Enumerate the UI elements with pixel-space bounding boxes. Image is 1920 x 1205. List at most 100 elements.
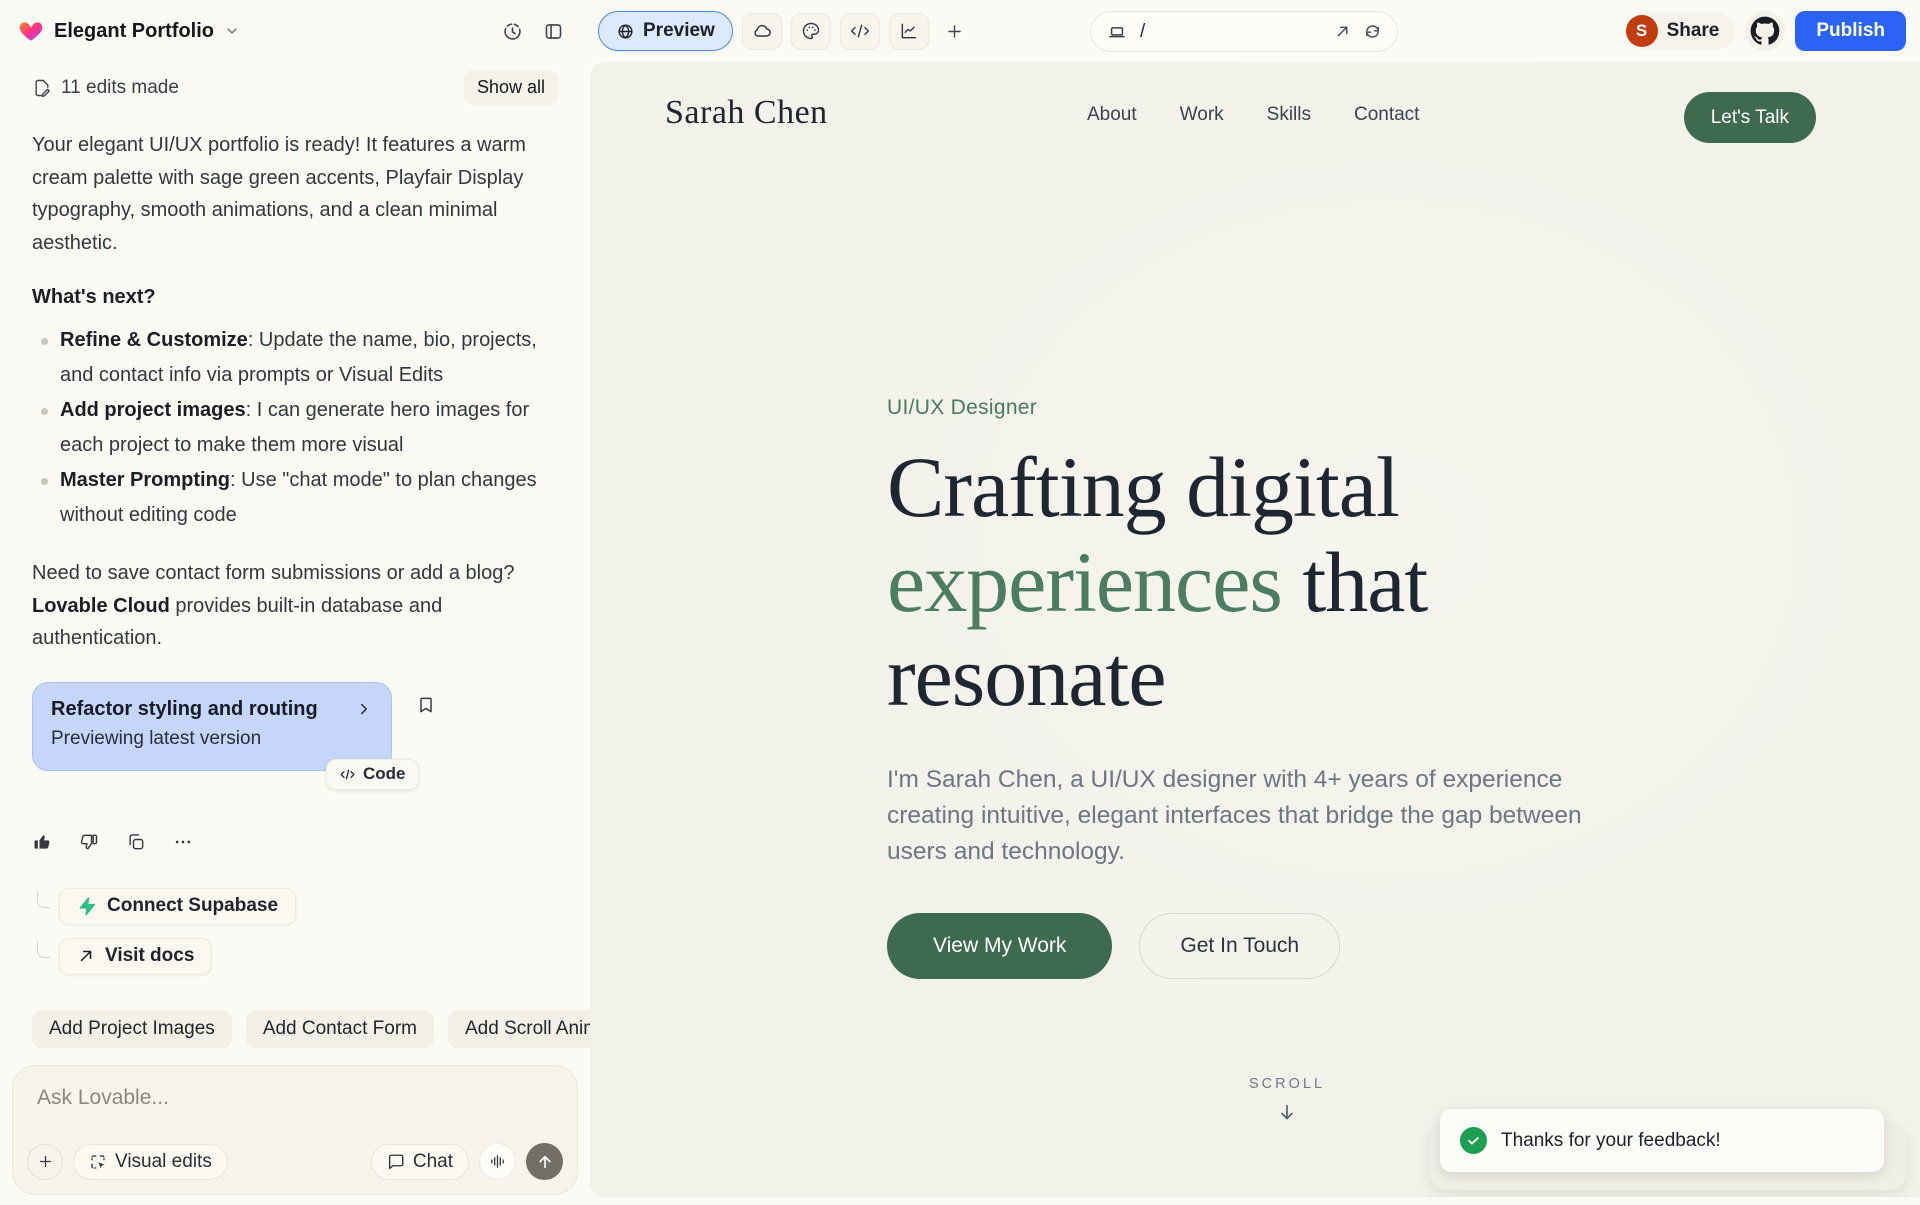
project-name: Elegant Portfolio [54, 20, 214, 43]
hero-bio: I'm Sarah Chen, a UI/UX designer with 4+… [887, 762, 1635, 871]
chat-bubble-icon [387, 1153, 405, 1171]
avatar[interactable]: S [1626, 15, 1658, 47]
assistant-message-intro: Your elegant UI/UX portfolio is ready! I… [32, 129, 558, 259]
view-my-work-button[interactable]: View My Work [887, 913, 1112, 979]
nav-link-skills[interactable]: Skills [1267, 104, 1311, 126]
tree-connector [37, 891, 50, 908]
open-in-new-tab-button[interactable] [1334, 23, 1351, 40]
cloud-note: Need to save contact form submissions or… [32, 557, 558, 655]
refresh-button[interactable] [1364, 23, 1381, 40]
cloud-button[interactable] [742, 13, 782, 50]
site-logo[interactable]: Sarah Chen [665, 94, 828, 132]
plus-icon [37, 1153, 54, 1170]
github-button[interactable] [1745, 11, 1785, 51]
add-tool-button[interactable] [938, 13, 972, 50]
code-icon [850, 21, 870, 41]
share-button[interactable]: S Share [1628, 12, 1736, 50]
chevron-down-icon [224, 23, 240, 39]
github-icon [1750, 16, 1780, 46]
nav-link-contact[interactable]: Contact [1354, 104, 1419, 126]
list-item: Add project images: I can generate hero … [32, 393, 558, 463]
prompt-input[interactable] [27, 1080, 563, 1138]
site-header: Sarah Chen About Work Skills Contact Let… [590, 62, 1920, 167]
analytics-button[interactable] [889, 13, 929, 50]
show-all-button[interactable]: Show all [464, 70, 558, 105]
whats-next-heading: What's next? [32, 286, 558, 309]
feedback-toast[interactable]: Thanks for your feedback! [1440, 1109, 1884, 1172]
nav-link-about[interactable]: About [1087, 104, 1137, 126]
file-edit-icon [32, 78, 52, 98]
chevron-right-icon [355, 700, 373, 718]
edits-count: 11 edits made [61, 77, 179, 99]
hero-eyebrow: UI/UX Designer [887, 396, 1647, 420]
visual-edits-icon [89, 1153, 107, 1171]
panel-toggle-button[interactable] [543, 21, 564, 42]
share-label: Share [1667, 20, 1720, 42]
cloud-icon [752, 21, 772, 41]
device-icon [1107, 22, 1127, 42]
visual-edits-button[interactable]: Visual edits [73, 1144, 228, 1180]
connect-supabase-button[interactable]: Connect Supabase [59, 888, 296, 925]
line-chart-icon [899, 21, 919, 41]
external-link-icon [1334, 23, 1351, 40]
site-nav: About Work Skills Contact [1087, 62, 1419, 167]
send-button[interactable] [526, 1143, 563, 1180]
chat-mode-label: Chat [413, 1151, 453, 1173]
nav-link-work[interactable]: Work [1180, 104, 1224, 126]
connect-supabase-label: Connect Supabase [107, 895, 278, 917]
prompt-composer[interactable]: Visual edits Chat [12, 1065, 578, 1195]
bookmark-icon [416, 695, 436, 715]
plus-icon [945, 22, 964, 41]
lets-talk-button[interactable]: Let's Talk [1684, 92, 1816, 143]
hero-section: UI/UX Designer Crafting digital experien… [887, 396, 1647, 979]
copy-button[interactable] [126, 832, 146, 852]
topbar: Elegant Portfolio Preview [0, 0, 1920, 62]
attach-button[interactable] [27, 1144, 63, 1180]
list-item: Refine & Customize: Update the name, bio… [32, 323, 558, 393]
publish-button[interactable]: Publish [1795, 11, 1906, 51]
get-in-touch-button[interactable]: Get In Touch [1139, 913, 1340, 979]
thumbs-down-button[interactable] [79, 832, 99, 852]
suggestion-chips: Add Project Images Add Contact Form Add … [0, 1010, 590, 1048]
external-link-icon [77, 947, 95, 965]
lovable-logo-icon [18, 18, 44, 44]
code-label: Code [363, 764, 406, 784]
chat-mode-button[interactable]: Chat [371, 1144, 469, 1180]
next-steps-list: Refine & Customize: Update the name, bio… [32, 323, 558, 533]
suggestion-chip[interactable]: Add Scroll Animations [448, 1010, 590, 1048]
list-item: Master Prompting: Use "chat mode" to pla… [32, 463, 558, 533]
arrow-up-icon [536, 1153, 554, 1171]
suggestion-chip[interactable]: Add Project Images [32, 1010, 232, 1048]
theme-button[interactable] [791, 13, 831, 50]
project-switcher[interactable]: Elegant Portfolio [18, 0, 240, 62]
version-card[interactable]: Refactor styling and routing Previewing … [32, 682, 392, 771]
dictation-button[interactable] [479, 1143, 516, 1180]
copy-icon [126, 832, 146, 852]
thumbs-up-icon [32, 832, 52, 852]
thumbs-down-icon [79, 832, 99, 852]
ellipsis-icon [173, 832, 193, 852]
chat-scroll-area[interactable]: 11 edits made Show all Your elegant UI/U… [0, 62, 590, 1010]
waveform-icon [489, 1153, 506, 1170]
code-view-button[interactable] [840, 13, 880, 50]
more-options-button[interactable] [173, 832, 193, 852]
palette-icon [801, 21, 821, 41]
url-bar[interactable]: / [1090, 11, 1398, 52]
code-badge-button[interactable]: Code [326, 759, 419, 790]
visit-docs-button[interactable]: Visit docs [59, 938, 212, 975]
visit-docs-label: Visit docs [105, 945, 194, 967]
preview-button[interactable]: Preview [598, 11, 733, 51]
code-icon [339, 766, 356, 783]
preview-label: Preview [643, 20, 715, 42]
toast-message: Thanks for your feedback! [1501, 1130, 1721, 1152]
thumbs-up-button[interactable] [32, 832, 52, 852]
hero-heading-accent: experiences [887, 534, 1282, 630]
history-icon [502, 21, 523, 42]
history-button[interactable] [502, 21, 523, 42]
bookmark-button[interactable] [416, 695, 436, 715]
suggestion-chip[interactable]: Add Contact Form [246, 1010, 434, 1048]
url-path[interactable]: / [1140, 21, 1145, 43]
check-circle-icon [1460, 1127, 1487, 1154]
scroll-down-arrow-icon [1276, 1102, 1298, 1124]
supabase-icon [77, 896, 97, 916]
